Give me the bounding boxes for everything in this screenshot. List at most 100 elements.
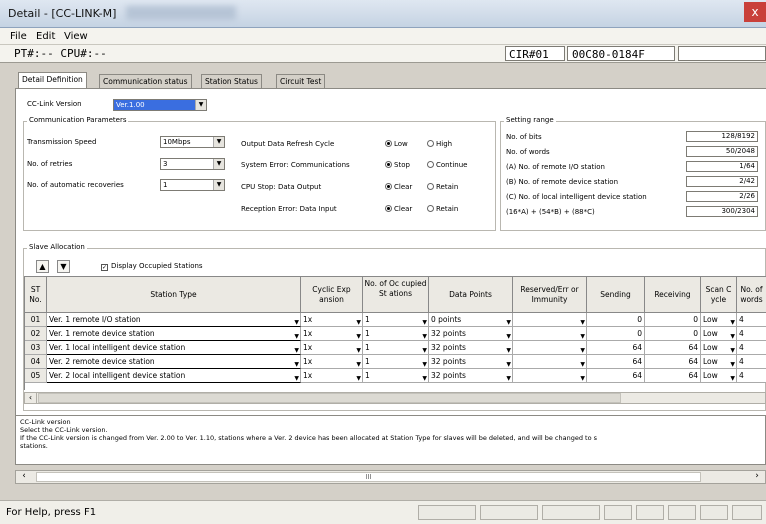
chevron-right-icon[interactable]: ›: [751, 471, 763, 483]
chevron-down-icon[interactable]: ▼: [294, 330, 299, 340]
cell-scan[interactable]: Low ▼: [701, 313, 737, 327]
cell-scan[interactable]: Low ▼: [701, 341, 737, 355]
system-error-stop[interactable]: Stop: [385, 161, 410, 169]
chevron-down-icon[interactable]: ▼: [730, 344, 735, 354]
chevron-down-icon[interactable]: ▼: [422, 316, 427, 326]
cell-occ[interactable]: 1 ▼: [363, 327, 429, 341]
output-refresh-low[interactable]: Low: [385, 140, 408, 148]
column-header[interactable]: No. of Oc cupied St ations: [363, 277, 429, 313]
cpu-stop-retain[interactable]: Retain: [427, 183, 458, 191]
chevron-down-icon[interactable]: ▼: [580, 344, 585, 354]
column-header[interactable]: Receiving: [645, 277, 701, 313]
cell-reserved[interactable]: ▼: [513, 341, 587, 355]
chevron-down-icon[interactable]: ▼: [422, 372, 427, 382]
cell-cyclic[interactable]: 1x ▼: [301, 369, 363, 383]
chevron-down-icon[interactable]: ▼: [506, 358, 511, 368]
recoveries-select[interactable]: 1 ▼: [160, 179, 225, 191]
cell-cyclic[interactable]: 1x ▼: [301, 355, 363, 369]
cell-occ[interactable]: 1 ▼: [363, 369, 429, 383]
chevron-down-icon[interactable]: ▼: [730, 316, 735, 326]
chevron-down-icon[interactable]: ▼: [730, 330, 735, 340]
chevron-down-icon[interactable]: ▼: [506, 330, 511, 340]
display-occupied-checkbox[interactable]: ✓ Display Occupied Stations: [101, 262, 203, 271]
cell-type[interactable]: Ver. 2 local intelligent device station ▼: [47, 369, 301, 383]
close-button[interactable]: x: [744, 2, 766, 22]
chevron-down-icon[interactable]: ▼: [506, 344, 511, 354]
scrollbar-thumb[interactable]: [38, 393, 621, 403]
chevron-down-icon[interactable]: ▼: [422, 358, 427, 368]
chevron-down-icon[interactable]: ▼: [356, 316, 361, 326]
horizontal-scrollbar[interactable]: ‹ III ›: [15, 470, 766, 484]
chevron-down-icon[interactable]: ▼: [422, 344, 427, 354]
cell-type[interactable]: Ver. 2 remote device station ▼: [47, 355, 301, 369]
chevron-down-icon[interactable]: ▼: [506, 372, 511, 382]
chevron-down-icon[interactable]: ▼: [356, 358, 361, 368]
system-error-continue[interactable]: Continue: [427, 161, 467, 169]
chevron-down-icon[interactable]: ▼: [294, 316, 299, 326]
scrollbar-thumb[interactable]: III: [36, 472, 701, 482]
table-scrollbar[interactable]: ‹: [24, 392, 766, 404]
cell-scan[interactable]: Low ▼: [701, 369, 737, 383]
column-header[interactable]: Reserved/Err or Immunity: [513, 277, 587, 313]
table-row[interactable]: 03 Ver. 1 local intelligent device statio…: [25, 341, 766, 355]
chevron-down-icon[interactable]: ▼: [294, 358, 299, 368]
column-header[interactable]: Scan C ycle: [701, 277, 737, 313]
cell-occ[interactable]: 1 ▼: [363, 313, 429, 327]
tab-communication-status[interactable]: Communication status: [99, 74, 192, 88]
chevron-down-icon[interactable]: ▼: [730, 358, 735, 368]
chevron-left-icon[interactable]: ‹: [18, 471, 30, 483]
chevron-down-icon[interactable]: ▼: [580, 358, 585, 368]
chevron-down-icon[interactable]: ▼: [294, 372, 299, 382]
column-header[interactable]: No. of words: [737, 277, 766, 313]
transmission-speed-select[interactable]: 10Mbps ▼: [160, 136, 225, 148]
cell-reserved[interactable]: ▼: [513, 313, 587, 327]
chevron-down-icon[interactable]: ▼: [506, 316, 511, 326]
column-header[interactable]: Sending: [587, 277, 645, 313]
chevron-down-icon[interactable]: ▼: [356, 344, 361, 354]
chevron-left-icon[interactable]: ‹: [25, 393, 37, 403]
tab-circuit-test[interactable]: Circuit Test: [276, 74, 326, 88]
table-row[interactable]: 04 Ver. 2 remote device station ▼ 1x ▼ 1 ▼ 32 p…: [25, 355, 766, 369]
reception-error-retain[interactable]: Retain: [427, 205, 458, 213]
cell-scan[interactable]: Low ▼: [701, 355, 737, 369]
cell-cyclic[interactable]: 1x ▼: [301, 341, 363, 355]
retries-select[interactable]: 3 ▼: [160, 158, 225, 170]
cell-points[interactable]: 32 points ▼: [429, 327, 513, 341]
cell-points[interactable]: 32 points ▼: [429, 369, 513, 383]
reception-error-clear[interactable]: Clear: [385, 205, 412, 213]
cell-occ[interactable]: 1 ▼: [363, 355, 429, 369]
table-row[interactable]: 01 Ver. 1 remote I/O station ▼ 1x ▼ 1 ▼ 0 point…: [25, 313, 766, 327]
cell-occ[interactable]: 1 ▼: [363, 341, 429, 355]
cell-cyclic[interactable]: 1x ▼: [301, 313, 363, 327]
menu-edit[interactable]: Edit: [36, 31, 55, 42]
chevron-down-icon[interactable]: ▼: [730, 372, 735, 382]
column-header[interactable]: Station Type: [47, 277, 301, 313]
chevron-down-icon[interactable]: ▼: [580, 372, 585, 382]
cell-reserved[interactable]: ▼: [513, 369, 587, 383]
cell-type[interactable]: Ver. 1 local intelligent device station ▼: [47, 341, 301, 355]
chevron-down-icon[interactable]: ▼: [356, 330, 361, 340]
cell-cyclic[interactable]: 1x ▼: [301, 327, 363, 341]
menu-file[interactable]: File: [10, 31, 27, 42]
cell-reserved[interactable]: ▼: [513, 327, 587, 341]
column-header[interactable]: ST No.: [25, 277, 47, 313]
cpu-stop-clear[interactable]: Clear: [385, 183, 412, 191]
chevron-down-icon[interactable]: ▼: [422, 330, 427, 340]
chevron-down-icon[interactable]: ▼: [356, 372, 361, 382]
cell-points[interactable]: 32 points ▼: [429, 341, 513, 355]
cell-type[interactable]: Ver. 1 remote device station ▼: [47, 327, 301, 341]
cell-points[interactable]: 32 points ▼: [429, 355, 513, 369]
chevron-down-icon[interactable]: ▼: [580, 316, 585, 326]
table-row[interactable]: 05 Ver. 2 local intelligent device statio…: [25, 369, 766, 383]
table-row[interactable]: 02 Ver. 1 remote device station ▼ 1x ▼ 1 ▼ 32 p…: [25, 327, 766, 341]
cell-reserved[interactable]: ▼: [513, 355, 587, 369]
chevron-down-icon[interactable]: ▼: [294, 344, 299, 354]
tab-detail-definition[interactable]: Detail Definition: [18, 72, 87, 89]
cell-points[interactable]: 0 points ▼: [429, 313, 513, 327]
chevron-down-icon[interactable]: ▼: [580, 330, 585, 340]
column-header[interactable]: Cyclic Exp ansion: [301, 277, 363, 313]
menu-view[interactable]: View: [64, 31, 88, 42]
cell-type[interactable]: Ver. 1 remote I/O station ▼: [47, 313, 301, 327]
move-down-button[interactable]: ▼: [57, 260, 70, 273]
output-refresh-high[interactable]: High: [427, 140, 452, 148]
